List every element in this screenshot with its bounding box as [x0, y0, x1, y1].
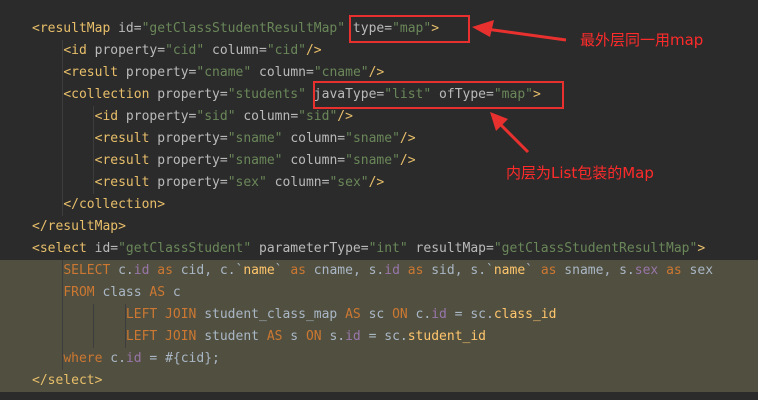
outer-arrow: [472, 20, 567, 42]
code-editor[interactable]: <resultMap id="getClassStudentResultMap"…: [0, 0, 758, 400]
outer-annotation-label: 最外层同一用map: [580, 31, 704, 49]
annotation-arrows: [472, 20, 567, 154]
inner-arrow: [490, 112, 530, 154]
inner-annotation-label: 内层为List包装的Map: [506, 164, 654, 182]
